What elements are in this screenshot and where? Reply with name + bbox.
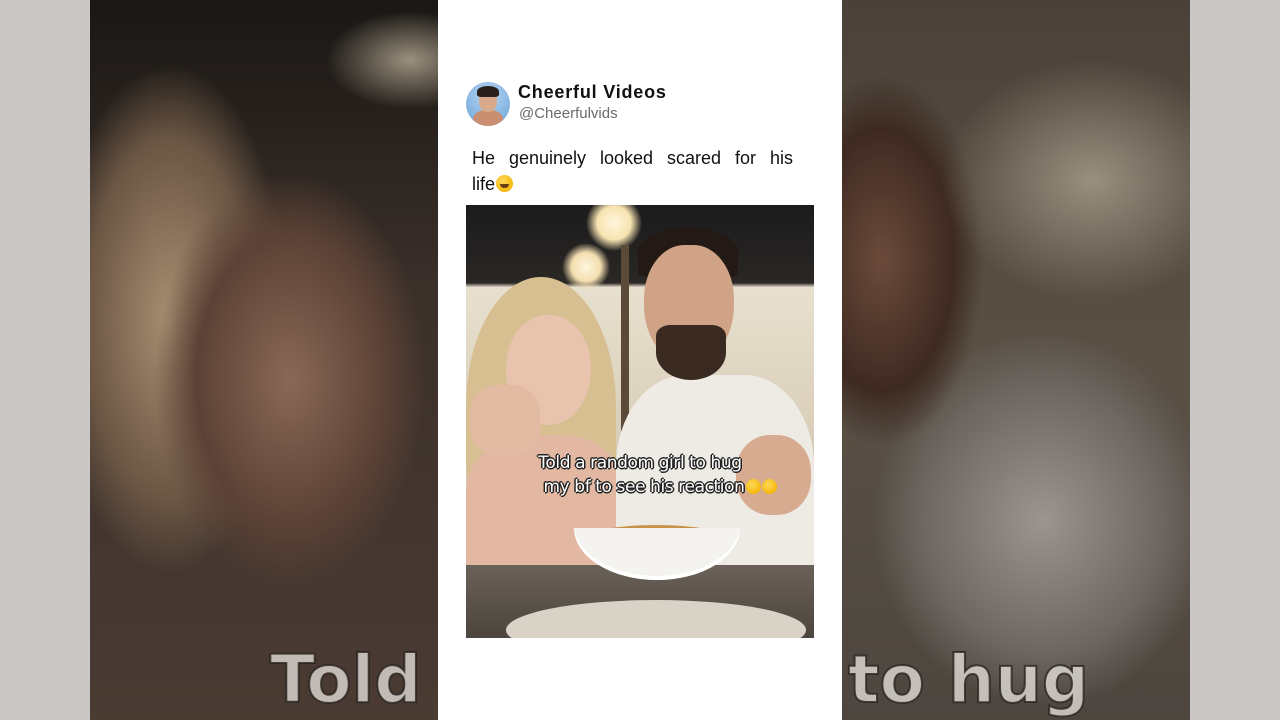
background-caption-right: to hug xyxy=(847,640,1090,719)
blurred-background-left xyxy=(0,0,438,720)
post-text: He genuinely looked scared for his life xyxy=(472,145,793,197)
post-card: Cheerful Videos @Cheerfulvids He genuine… xyxy=(438,0,842,720)
display-name[interactable]: Cheerful Videos xyxy=(518,82,667,103)
avatar-body-shape xyxy=(473,110,503,126)
user-handle[interactable]: @Cheerfulvids xyxy=(519,105,618,122)
rolling-laughing-emoji-icon xyxy=(496,175,514,192)
blurred-video-frame-left xyxy=(90,0,438,720)
person-right-beard-shape xyxy=(656,325,726,380)
person-left-hand-shape xyxy=(470,385,540,455)
video-player[interactable]: Told a random girl to hug my bf to see h… xyxy=(466,205,814,638)
video-caption-line1: Told a random girl to hug xyxy=(538,453,742,473)
loudly-crying-emoji-icon xyxy=(745,479,761,494)
background-edge-bar xyxy=(1190,0,1280,720)
video-caption: Told a random girl to hug my bf to see h… xyxy=(466,451,814,499)
blurred-video-frame-right xyxy=(842,0,1190,720)
background-edge-bar xyxy=(0,0,90,720)
video-caption-line2-wrap: my bf to see his reaction xyxy=(466,475,814,499)
avatar-hair-shape xyxy=(477,86,499,97)
blurred-background-right xyxy=(842,0,1280,720)
post-text-content: He genuinely looked scared for his life xyxy=(472,148,793,194)
tears-of-joy-emoji-icon xyxy=(761,479,777,494)
avatar[interactable] xyxy=(466,82,510,126)
video-caption-line2: my bf to see his reaction xyxy=(543,477,745,497)
